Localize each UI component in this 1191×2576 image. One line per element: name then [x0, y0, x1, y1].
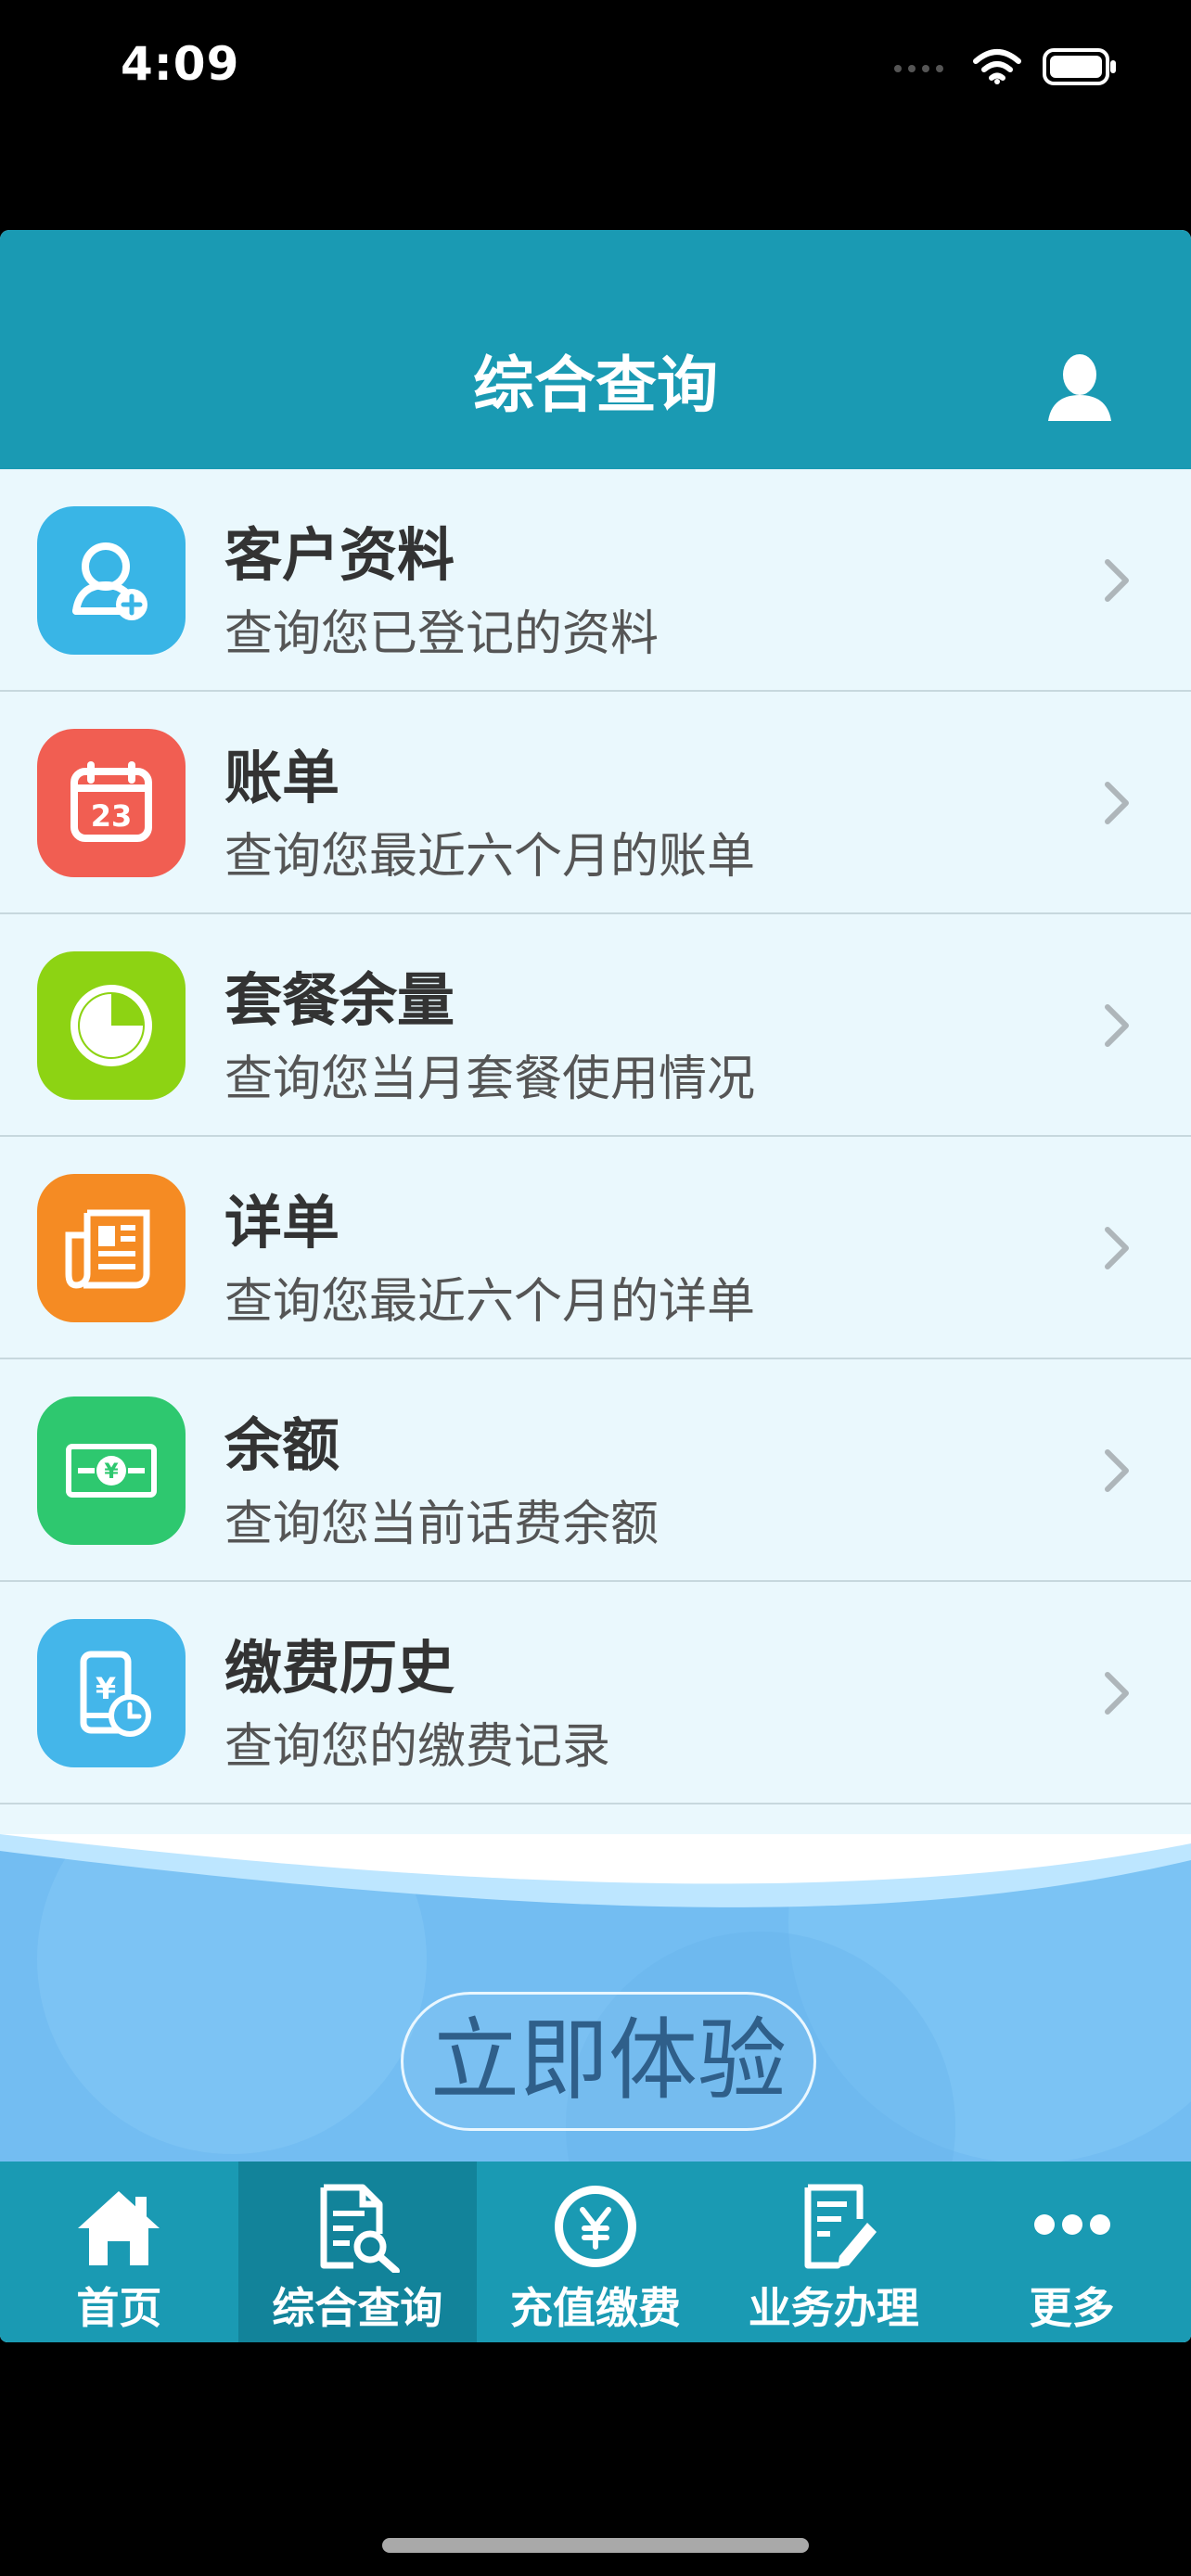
- tab-label: 综合查询: [272, 2283, 443, 2333]
- app-window: 综合查询 客户资料 查询您已登记的资料 23 账单 查询您最近六个月的账单 套餐…: [0, 230, 1191, 2342]
- user-icon[interactable]: [1043, 349, 1117, 423]
- document-list-icon: [37, 1174, 186, 1322]
- wifi-icon: [973, 49, 1021, 84]
- tab-recharge[interactable]: 充值缴费: [477, 2162, 715, 2342]
- calendar-icon: 23: [37, 729, 186, 877]
- menu-item-subtitle: 查询您最近六个月的详单: [224, 1274, 756, 1330]
- menu-item-package-balance[interactable]: 套餐余量 查询您当月套餐使用情况: [0, 914, 1191, 1137]
- home-icon: [78, 2191, 160, 2265]
- pie-chart-icon: [37, 951, 186, 1100]
- tab-more[interactable]: 更多: [953, 2162, 1191, 2342]
- chevron-right-icon: [1105, 1672, 1129, 1715]
- try-now-button[interactable]: 立即体验: [401, 1992, 816, 2131]
- money-icon: ¥: [37, 1396, 186, 1545]
- menu-item-detailed-records[interactable]: 详单 查询您最近六个月的详单: [0, 1137, 1191, 1359]
- menu-item-subtitle: 查询您当月套餐使用情况: [224, 1052, 756, 1107]
- menu-item-subtitle: 查询您当前话费余额: [224, 1497, 660, 1552]
- status-icons: [892, 46, 1119, 87]
- promo-banner: 立即体验: [0, 1834, 1191, 2162]
- customer-profile-icon: [37, 506, 186, 655]
- page-title: 综合查询: [473, 350, 718, 421]
- chevron-right-icon: [1105, 559, 1129, 602]
- chevron-right-icon: [1105, 1449, 1129, 1492]
- chevron-right-icon: [1105, 1004, 1129, 1047]
- tab-label: 业务办理: [748, 2283, 919, 2333]
- menu-item-title: 客户资料: [224, 521, 455, 589]
- menu-item-balance[interactable]: ¥ 余额 查询您当前话费余额: [0, 1359, 1191, 1582]
- tab-label: 更多: [1029, 2283, 1115, 2333]
- menu-item-subtitle: 查询您已登记的资料: [224, 606, 660, 662]
- menu-item-title: 详单: [224, 1189, 340, 1256]
- menu-item-customer-profile[interactable]: 客户资料 查询您已登记的资料: [0, 469, 1191, 692]
- tab-label: 首页: [76, 2283, 162, 2333]
- yuan-coin-icon: [554, 2186, 636, 2267]
- bottom-tab-bar: 首页 综合查询 充值缴费 业务办理 更多: [0, 2162, 1191, 2342]
- tab-label: 充值缴费: [509, 2283, 681, 2333]
- calendar-day-label: 23: [91, 798, 133, 834]
- more-icon: [1033, 2214, 1110, 2235]
- header: 综合查询: [0, 230, 1191, 469]
- menu-item-title: 缴费历史: [224, 1634, 455, 1702]
- menu-item-title: 套餐余量: [224, 966, 455, 1034]
- menu-item-bill[interactable]: 23 账单 查询您最近六个月的账单: [0, 692, 1191, 914]
- menu-item-subtitle: 查询您的缴费记录: [224, 1719, 611, 1775]
- menu-item-subtitle: 查询您最近六个月的账单: [224, 829, 756, 885]
- tab-home[interactable]: 首页: [0, 2162, 238, 2342]
- query-menu-list: 客户资料 查询您已登记的资料 23 账单 查询您最近六个月的账单 套餐余量 查询…: [0, 469, 1191, 1804]
- search-document-icon: [320, 2184, 401, 2273]
- chevron-right-icon: [1105, 1227, 1129, 1269]
- menu-item-payment-history[interactable]: ¥ 缴费历史 查询您的缴费记录: [0, 1582, 1191, 1804]
- phone-payment-icon: ¥: [37, 1619, 186, 1767]
- status-time: 4:09: [121, 37, 240, 91]
- signal-icon: [894, 65, 943, 72]
- battery-icon: [1043, 48, 1116, 85]
- home-indicator[interactable]: [382, 2538, 809, 2553]
- status-bar: 4:09: [0, 0, 1191, 130]
- edit-document-icon: [804, 2184, 877, 2269]
- yuan-symbol: ¥: [104, 1460, 119, 1484]
- tab-query[interactable]: 综合查询: [237, 2162, 477, 2342]
- menu-item-title: 账单: [224, 744, 340, 811]
- tab-services[interactable]: 业务办理: [714, 2162, 953, 2342]
- yuan-symbol: ¥: [96, 1671, 116, 1706]
- menu-item-title: 余额: [224, 1411, 340, 1479]
- chevron-right-icon: [1105, 782, 1129, 824]
